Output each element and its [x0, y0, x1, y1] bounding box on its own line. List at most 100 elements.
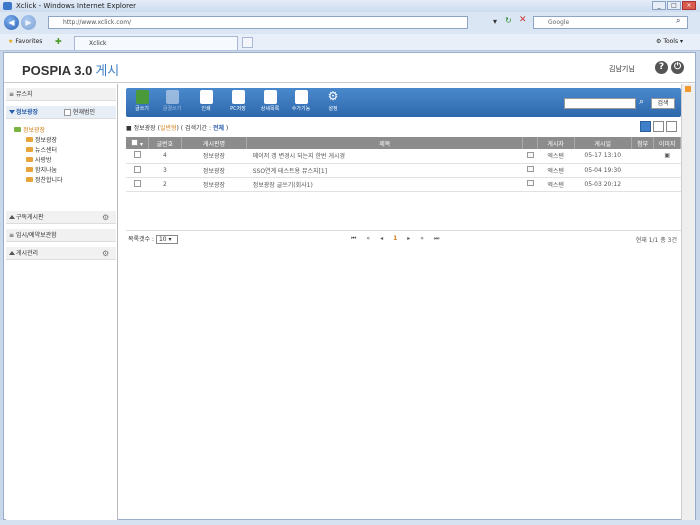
maximize-button[interactable]: □	[667, 1, 681, 10]
table-row[interactable]: 3 정보광장 SSO연계 테스트용 뮤스지[1] 엑스텐 05-04 19:30	[126, 163, 681, 178]
board-search-input[interactable]	[564, 98, 636, 109]
write-button[interactable]: 글쓰기	[130, 90, 154, 112]
current-filter-label: 현재범인	[72, 109, 96, 116]
new-tab-button[interactable]	[242, 37, 253, 48]
sidebar-section-subscribe[interactable]: 구독게시판 ⚙	[6, 211, 116, 224]
last-page-icon[interactable]: ⏭	[434, 235, 439, 243]
col-author[interactable]: 게시자	[537, 137, 575, 149]
memo-icon[interactable]	[526, 180, 534, 186]
view-split-horizontal-icon[interactable]	[653, 121, 664, 132]
select-all-header[interactable]: ▾	[126, 137, 149, 149]
row-author[interactable]: 엑스텐	[537, 163, 575, 178]
current-filter-checkbox[interactable]	[64, 109, 71, 116]
col-date[interactable]: 게시일	[574, 137, 632, 149]
app-logo[interactable]: POSPIA 3.0 게시	[22, 60, 119, 79]
tree-item[interactable]: 정보광장	[26, 135, 57, 144]
user-name: 김남기님	[609, 65, 635, 73]
image-icon[interactable]: ▣	[653, 149, 681, 164]
sidebar-section-label: 임시/예약보관함	[16, 232, 57, 239]
settings-button[interactable]: ⚙ 설정	[321, 90, 345, 113]
next-block-icon[interactable]: »	[420, 235, 424, 243]
tree-item[interactable]: 함지나눔	[26, 165, 57, 174]
expand-icon	[9, 251, 15, 255]
minimize-button[interactable]: _	[652, 1, 666, 10]
print-button[interactable]: 인쇄	[194, 90, 218, 112]
close-window-button[interactable]: ×	[682, 1, 696, 10]
prev-page-icon[interactable]: ◂	[380, 235, 383, 243]
prev-block-icon[interactable]: «	[366, 235, 370, 243]
current-filter[interactable]: 현재범인	[64, 106, 95, 119]
row-number: 2	[148, 177, 182, 192]
row-checkbox[interactable]	[133, 165, 141, 173]
col-image[interactable]: 이미지	[653, 137, 681, 149]
address-bar[interactable]: http://www.xclick.com/	[48, 16, 468, 29]
row-checkbox[interactable]	[133, 179, 141, 187]
next-page-icon[interactable]: ▸	[407, 235, 410, 243]
stop-icon[interactable]: ✕	[519, 15, 527, 25]
settings-gear-icon[interactable]: ⚙	[102, 211, 109, 224]
row-board: 정보광장	[181, 177, 247, 192]
sidebar-section-admin[interactable]: 게시관리 ⚙	[6, 247, 116, 260]
help-icon[interactable]: ?	[655, 61, 668, 74]
row-title-link[interactable]: 정보광장 글쓰기(회사1)	[246, 177, 523, 192]
col-board[interactable]: 게시판명	[181, 137, 248, 149]
tree-item[interactable]: 정찬합니다	[26, 175, 63, 184]
pc-save-button[interactable]: PC저장	[226, 90, 250, 112]
tree-root[interactable]: 정보광장	[14, 125, 45, 134]
settings-gear-icon[interactable]: ⚙	[102, 247, 109, 260]
table-header-row: ▾ 글번호 게시판명 제목 게시자 게시일 첨부 이미지	[126, 137, 681, 149]
address-dropdown-icon[interactable]: ▾	[493, 17, 497, 26]
tree-item-label: 정보광장	[35, 137, 58, 144]
add-favorite-icon[interactable]: ✚	[55, 37, 62, 46]
tree-item[interactable]: 뉴스센터	[26, 145, 57, 154]
sidebar: ≡ 뮤스지 정보광장 현재범인 정보광장 정보광장 뉴스센터 사랑방 함지나눔 …	[6, 84, 118, 520]
browser-tab[interactable]: Xclick	[74, 36, 238, 50]
search-button[interactable]: 검색	[651, 98, 675, 109]
scroll-thumb[interactable]	[685, 86, 691, 92]
tree-item[interactable]: 사랑방	[26, 155, 52, 164]
breadcrumb-period-label: 검색기간	[185, 125, 208, 132]
extra-function-button[interactable]: 수가기능	[289, 90, 313, 112]
row-attach	[631, 149, 654, 164]
first-page-icon[interactable]: ⏮	[351, 235, 356, 243]
memo-icon[interactable]	[526, 151, 534, 158]
folder-icon	[26, 167, 33, 172]
current-page[interactable]: 1	[393, 235, 397, 243]
breadcrumb-mode: 일반형	[159, 125, 177, 132]
logout-icon[interactable]: ⏻	[671, 61, 684, 74]
row-author[interactable]: 엑스텐	[537, 149, 575, 164]
sidebar-section-drafts[interactable]: ≡ 임시/예약보관함	[6, 229, 116, 242]
tree-item-label: 함지나눔	[35, 167, 58, 174]
view-split-vertical-icon[interactable]	[666, 121, 677, 132]
sidebar-section-notice[interactable]: ≡ 뮤스지	[6, 88, 116, 101]
address-url: http://www.xclick.com/	[63, 19, 132, 26]
refresh-icon[interactable]: ↻	[505, 16, 512, 25]
rows-per-page-select[interactable]: 10 ▾	[155, 235, 178, 244]
row-checkbox[interactable]	[133, 151, 141, 159]
table-row[interactable]: 4 정보광장 메이저 갱 변경시 되는지 한번 게시경 엑스텐 05-17 13…	[126, 149, 681, 164]
search-icon[interactable]: ⌕	[676, 16, 680, 26]
view-list-icon[interactable]	[640, 121, 651, 132]
sidebar-section-info[interactable]: 정보광장 현재범인	[6, 106, 116, 119]
forward-icon[interactable]: ▶	[21, 15, 36, 30]
col-number[interactable]: 글번호	[148, 137, 182, 149]
tree-item-label: 뉴스센터	[35, 147, 58, 154]
tools-menu[interactable]: ⚙ Tools ▾	[656, 38, 683, 45]
col-title[interactable]: 제목	[246, 137, 524, 149]
row-date: 05-03 20:12	[574, 177, 632, 192]
row-author[interactable]: 엑스텐	[537, 177, 575, 192]
favorites-button[interactable]: ★ Favorites	[8, 38, 42, 45]
row-title-link[interactable]: SSO연계 테스트용 뮤스지[1]	[246, 163, 523, 178]
back-icon[interactable]: ◀	[4, 15, 19, 30]
select-all-checkbox[interactable]	[131, 138, 139, 146]
table-row[interactable]: 2 정보광장 정보광장 글쓰기(회사1) 엑스텐 05-03 20:12	[126, 177, 681, 192]
detail-list-button[interactable]: 상세목록	[258, 90, 282, 112]
page-scrollbar[interactable]	[681, 84, 695, 520]
memo-icon[interactable]	[526, 166, 534, 172]
row-board: 정보광장	[181, 149, 247, 164]
row-title-link[interactable]: 메이저 갱 변경시 되는지 한번 게시경	[246, 149, 523, 164]
reply-button[interactable]: 글결쓰기	[160, 90, 184, 112]
browser-tab-label: Xclick	[89, 40, 107, 47]
browser-search-box[interactable]: Google	[533, 16, 688, 29]
col-attach[interactable]: 첨부	[631, 137, 655, 149]
